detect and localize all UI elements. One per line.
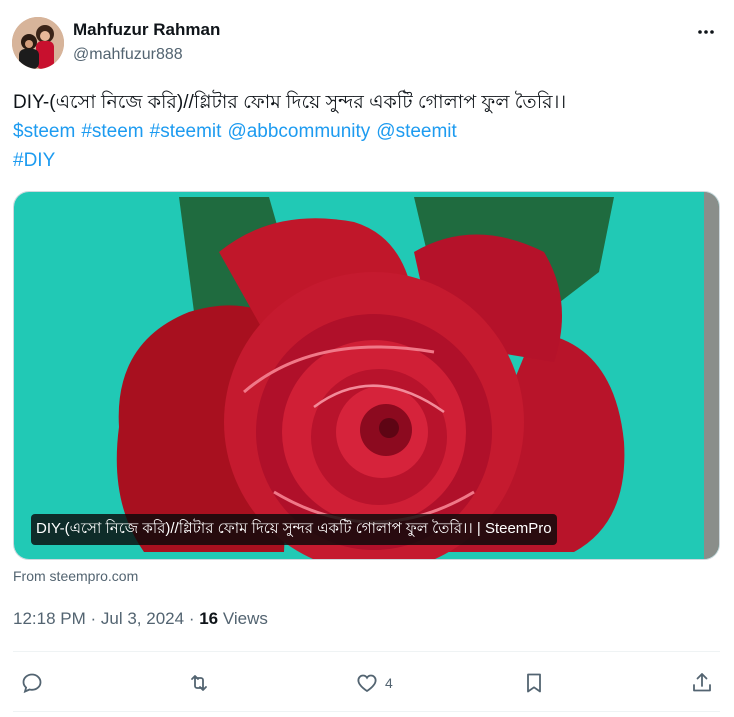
avatar[interactable] bbox=[12, 17, 64, 69]
tweet-text: DIY-(এসো নিজে করি)//গ্লিটার ফোম দিয়ে সু… bbox=[13, 88, 721, 175]
views-count: 16 bbox=[199, 609, 219, 628]
divider bbox=[13, 711, 720, 712]
tweet-body: DIY-(এসো নিজে করি)//গ্লিটার ফোম দিয়ে সু… bbox=[13, 92, 567, 113]
repost-icon bbox=[191, 675, 207, 691]
like-count: 4 bbox=[385, 675, 393, 691]
bookmark-button[interactable] bbox=[522, 665, 546, 701]
more-options-icon[interactable] bbox=[694, 20, 718, 44]
tweet-meta: 12:18 PM · Jul 3, 2024 · 16 Views bbox=[13, 609, 268, 628]
mention-link[interactable]: @abbcommunity bbox=[227, 121, 370, 142]
share-button[interactable] bbox=[690, 665, 714, 701]
mention-link[interactable]: @steemit bbox=[376, 121, 457, 142]
source-link[interactable]: From steempro.com bbox=[13, 568, 138, 584]
repost-button[interactable] bbox=[187, 665, 211, 701]
views-label: Views bbox=[222, 609, 268, 628]
media-card[interactable]: DIY-(এসো নিজে করি)//গ্লিটার ফোম দিয়ে সু… bbox=[13, 191, 720, 560]
action-bar: 4 bbox=[0, 665, 734, 701]
hashtag-link[interactable]: #steemit bbox=[150, 121, 222, 142]
bookmark-icon bbox=[527, 673, 541, 693]
post-date[interactable]: Jul 3, 2024 bbox=[101, 609, 184, 628]
reply-icon bbox=[22, 673, 42, 694]
hashtag-link[interactable]: #steem bbox=[81, 121, 143, 142]
rose-image bbox=[14, 192, 719, 559]
like-button[interactable]: 4 bbox=[355, 665, 393, 701]
hashtag-link[interactable]: #DIY bbox=[13, 150, 55, 171]
heart-icon bbox=[357, 674, 377, 693]
author-handle[interactable]: @mahfuzur888 bbox=[73, 46, 183, 64]
share-icon bbox=[693, 673, 711, 692]
divider bbox=[13, 651, 720, 652]
hashtag-link[interactable]: $steem bbox=[13, 121, 75, 142]
media-caption: DIY-(এসো নিজে করি)//গ্লিটার ফোম দিয়ে সু… bbox=[31, 514, 557, 545]
reply-button[interactable] bbox=[20, 665, 44, 701]
post-time[interactable]: 12:18 PM bbox=[13, 609, 86, 628]
author-name[interactable]: Mahfuzur Rahman bbox=[73, 20, 220, 40]
hashtag-line-2: #DIY bbox=[13, 146, 721, 175]
hashtag-line-1: $steem #steem #steemit @abbcommunity @steemi… bbox=[13, 117, 721, 146]
